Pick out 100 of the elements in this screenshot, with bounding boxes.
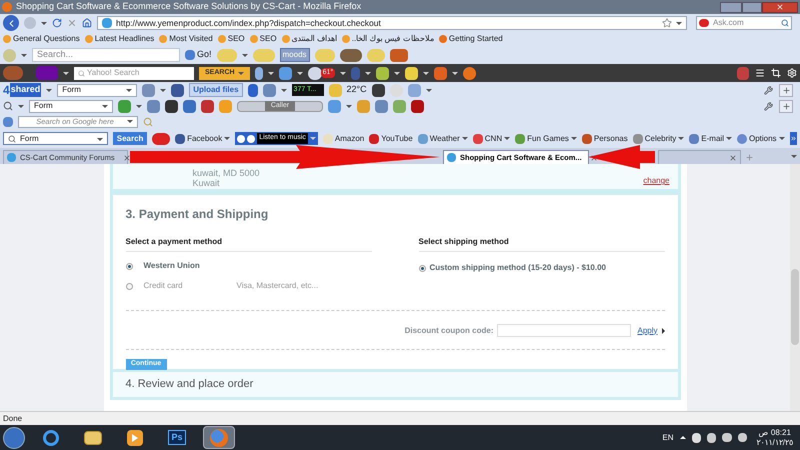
add-button[interactable] [779,100,793,112]
add-button[interactable] [779,84,793,96]
caret-icon [280,88,287,92]
search-icon[interactable] [781,19,789,27]
site-icon[interactable] [582,134,592,144]
caret-icon [778,137,785,140]
radio-button[interactable] [126,282,132,290]
new-tab-button[interactable] [745,153,754,162]
caret-icon [97,138,104,140]
coupon-field[interactable] [497,324,632,337]
status-text: Done [3,412,22,424]
toolbar-link[interactable]: Weather [418,132,468,144]
chevron-button[interactable] [790,132,797,145]
toolbar-link[interactable]: YouTube [369,132,413,144]
close-button[interactable] [762,2,798,12]
search-field[interactable]: Ask.com [696,16,792,30]
upload-button[interactable]: Upload files [189,83,243,97]
column-heading: Select a payment method [126,236,372,252]
site-icon[interactable] [175,134,186,144]
toolbar-link[interactable]: CNN [472,132,510,144]
caret-icon [423,72,430,74]
caret-icon [224,137,230,140]
start-button[interactable] [3,426,25,448]
folder-icon [84,430,102,444]
caret-icon [346,104,352,108]
caret-icon [426,88,432,92]
bookmark-item[interactable]: General Questions [3,33,80,45]
language-indicator[interactable]: EN [662,432,674,444]
radio-button[interactable] [126,262,132,270]
crop-icon[interactable] [771,68,781,78]
scrollbar[interactable] [790,164,800,411]
bookmark-item[interactable]: SEO [218,33,245,45]
close-tab-icon[interactable] [729,154,737,162]
menu-icon[interactable] [755,68,765,78]
caret-icon [63,72,69,74]
caret-icon [238,72,244,74]
bookmark-item[interactable]: Most Visited [159,33,213,45]
form-select[interactable]: Form [3,132,108,145]
options-menu[interactable]: Options [736,132,785,144]
toolbar-link[interactable]: Celebrity [632,132,684,144]
toolbar-link[interactable]: Fun Games [515,132,577,144]
apply-link[interactable]: Apply [637,324,658,336]
address-field[interactable]: http://www.yemenproduct.com/index.php?dispatch=checkout.checkout [97,16,687,30]
back-button[interactable] [3,15,19,31]
bookmark-item[interactable]: ملاحظات فيس بوك الخا.. [342,33,434,45]
bookmark-item[interactable]: اهداف المنتدى [282,33,337,45]
radio-button[interactable] [418,264,426,272]
tray-arrow-icon[interactable] [680,436,686,439]
reload-button[interactable] [52,18,62,28]
toolbar-link[interactable]: E-mail [689,132,732,144]
caret-icon [126,88,132,92]
plus-icon [782,86,790,94]
caret-icon [242,54,248,56]
caret-icon [676,22,682,24]
home-button[interactable] [82,18,92,28]
caret-icon [504,137,510,140]
taskbar-app[interactable]: Ps [161,426,193,449]
stop-button[interactable] [67,18,77,28]
wrench-icon[interactable] [764,102,773,110]
pointer-arrow [588,145,655,169]
section-title: 3. Payment and Shipping [126,206,270,223]
toolbar-link[interactable]: Personas [582,132,628,144]
caret-icon [462,137,468,140]
search-field[interactable]: Search... [32,48,180,62]
site-icon[interactable] [369,134,380,144]
caret-icon [570,137,577,140]
site-icon[interactable] [447,153,456,162]
minimize-button[interactable] [720,2,742,12]
settings-icon[interactable] [787,68,797,78]
plus-icon [745,153,754,162]
caret-icon [310,137,316,140]
toolbar-link[interactable]: Facebook [175,132,230,144]
clock[interactable]: 08:21 ص ٢٠١١/١٢/٢٥ [752,428,797,448]
form-select[interactable]: Form [29,100,113,112]
plus-icon [782,102,790,110]
payment-option[interactable]: Western Union [144,260,236,272]
bookmark-item[interactable]: SEO [250,33,277,45]
close-tab-icon[interactable] [122,154,131,162]
payment-description: Visa, Mastercard, etc... [236,280,318,292]
caret-icon [136,104,142,108]
app-logo: Ps [168,430,186,446]
go-button[interactable]: Go! [185,48,212,62]
form-select[interactable]: Form [57,84,138,96]
shipping-option[interactable]: Custom shipping method (15-20 days) - $10.00 [430,262,606,274]
bookmark-item[interactable]: Getting Started [438,33,503,45]
caret-icon [268,72,274,74]
site-icon[interactable] [472,134,483,144]
search-button[interactable]: Search [113,132,148,145]
bookmark-item[interactable]: Latest Headlines [84,33,154,45]
wrench-icon[interactable] [764,86,773,94]
site-icon[interactable] [515,134,526,144]
toolbar-link[interactable]: Amazon [322,132,364,144]
search-icon[interactable] [3,101,13,111]
maximize-button[interactable] [742,2,762,12]
change-link[interactable]: change [643,175,670,187]
caret-icon [102,104,108,108]
search-icon [8,134,16,142]
site-icon[interactable] [689,134,700,144]
address-line: kuwait, MD 5000 [192,168,261,178]
site-icon[interactable] [632,134,643,144]
